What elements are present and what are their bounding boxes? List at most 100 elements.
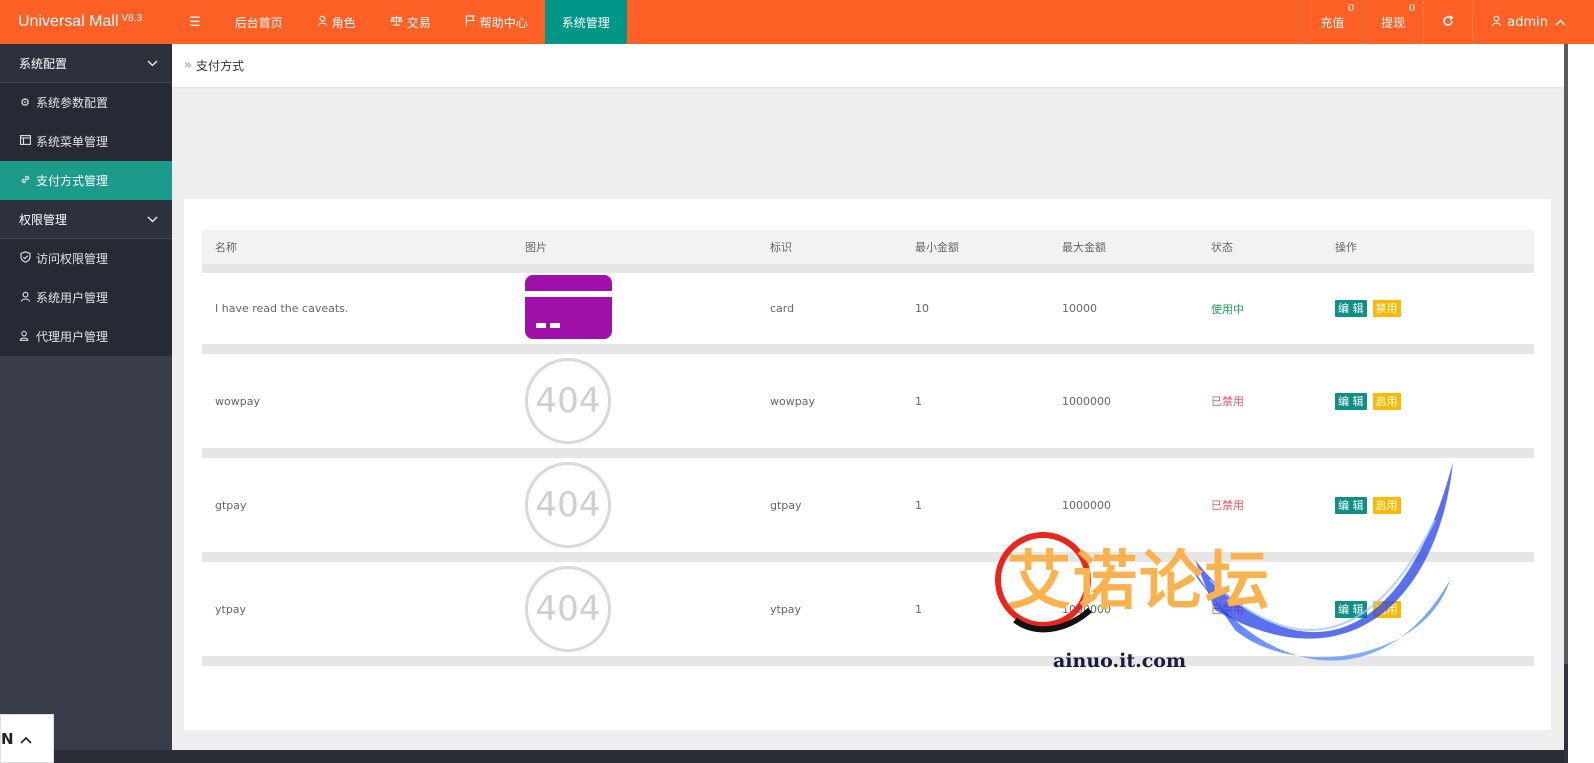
sidebar-group-label: 系统配置 [19, 56, 68, 71]
row-max-amount: 1000000 [1062, 394, 1111, 408]
sidebar-group-system-config[interactable]: 系统配置 [0, 44, 172, 83]
row-name: wowpay [215, 394, 260, 408]
row-min-amount: 10 [915, 302, 929, 315]
watermark: 艾诺论坛 ainuo.it.com [995, 460, 1465, 710]
chevron-down-icon [147, 213, 158, 226]
broken-image-placeholder: 404 [525, 358, 611, 444]
column-header-status: 状态 [1211, 241, 1233, 254]
scrollbar-gutter [1568, 44, 1594, 763]
row-name: gtpay [215, 498, 247, 512]
nav-item-roles[interactable]: 角色 [300, 0, 373, 44]
bottom-strip [54, 750, 1564, 763]
row-code: card [770, 302, 795, 315]
table-row: wowpay 404 wowpay 1 1000000 已禁用 编 辑启用 [202, 354, 1534, 458]
shield-icon [19, 251, 31, 266]
sidebar-item-label: 系统菜单管理 [36, 135, 109, 149]
language-label: N [1, 729, 14, 748]
sidebar-item-system-menu[interactable]: 系统菜单管理 [0, 122, 172, 161]
nav-item-system[interactable]: 系统管理 [544, 0, 627, 44]
nav-label: 系统管理 [561, 15, 610, 30]
row-min-amount: 1 [915, 394, 922, 408]
nav-item-home[interactable]: 后台首页 [218, 0, 300, 44]
watermark-url: ainuo.it.com [1053, 650, 1187, 672]
sidebar-item-agent-users[interactable]: 代理用户管理 [0, 317, 172, 356]
status-badge: 已禁用 [1211, 395, 1244, 408]
withdraw-badge: 0 [1408, 3, 1416, 14]
column-header-actions: 操作 [1335, 241, 1357, 254]
nav-label: 帮助中心 [479, 15, 528, 30]
row-actions: 编 辑启用 [1322, 392, 1534, 410]
edit-button[interactable]: 编 辑 [1335, 300, 1367, 317]
sidebar-item-label: 支付方式管理 [36, 174, 109, 188]
user-menu[interactable]: admin [1472, 0, 1594, 44]
recharge-label: 充值 [1320, 15, 1345, 30]
sidebar-item-label: 系统用户管理 [36, 291, 109, 305]
app-logo[interactable]: Universal Mall V8.3 [0, 0, 172, 44]
refresh-button[interactable] [1423, 0, 1472, 44]
table-row: I have read the caveats. card 10 10000 使… [202, 273, 1534, 354]
link-icon [19, 174, 31, 188]
nav-item-trade[interactable]: 交易 [373, 0, 448, 44]
hamburger-icon: ☰ [189, 14, 201, 30]
user-icon [1491, 15, 1502, 29]
row-code: wowpay [770, 394, 815, 408]
chevron-down-icon [147, 57, 158, 70]
row-name: ytpay [215, 602, 247, 616]
column-header-min-amount: 最小金额 [915, 241, 959, 254]
withdraw-label: 提现 [1381, 15, 1406, 30]
broken-image-placeholder: 404 [525, 566, 611, 652]
status-badge: 使用中 [1211, 302, 1244, 316]
row-name: I have read the caveats. [215, 302, 349, 315]
user-name: admin [1507, 14, 1548, 30]
chevron-up-icon [1555, 15, 1566, 29]
column-header-code: 标识 [770, 241, 792, 254]
credit-card-icon [525, 275, 612, 339]
withdraw-button[interactable]: 提现 0 [1362, 0, 1423, 44]
user-icon [317, 15, 328, 29]
recharge-badge: 0 [1347, 3, 1355, 14]
double-chevron-right-icon: » [184, 58, 192, 73]
column-header-max-amount: 最大金额 [1062, 241, 1106, 254]
sidebar-item-payment-methods[interactable]: 支付方式管理 [0, 161, 172, 200]
language-widget[interactable]: N [0, 714, 54, 763]
row-image [512, 275, 757, 342]
row-code: ytpay [770, 602, 802, 616]
watermark-title: 艾诺论坛 [1007, 545, 1271, 619]
row-image: 404 [512, 358, 757, 444]
nav-label: 角色 [331, 15, 356, 30]
nav-item-help[interactable]: 帮助中心 [448, 0, 545, 44]
user-group-icon [19, 330, 31, 344]
enable-button[interactable]: 启用 [1372, 392, 1401, 410]
flag-icon [465, 15, 476, 29]
gear-icon: ⚙ [20, 96, 30, 109]
refresh-icon [1442, 14, 1454, 30]
sidebar-item-access-permissions[interactable]: 访问权限管理 [0, 239, 172, 278]
column-header-image: 图片 [525, 241, 547, 254]
sidebar: 系统配置 ⚙ 系统参数配置 系统菜单管理 支付方式管理 权限管理 访问权限管理 [0, 44, 172, 763]
user-icon [19, 291, 31, 305]
top-nav: ☰ 后台首页 角色 交易 帮助中心 系统管理 [172, 0, 627, 44]
menu-toggle-button[interactable]: ☰ [172, 0, 218, 44]
sidebar-group-label: 权限管理 [19, 212, 68, 227]
chevron-up-icon [19, 730, 32, 748]
nav-label: 后台首页 [234, 15, 283, 30]
broken-image-placeholder: 404 [525, 462, 611, 548]
sidebar-item-system-params[interactable]: ⚙ 系统参数配置 [0, 83, 172, 122]
nav-label: 交易 [406, 15, 431, 30]
row-actions: 编 辑禁用 [1322, 300, 1534, 317]
sidebar-item-system-users[interactable]: 系统用户管理 [0, 278, 172, 317]
scale-icon [389, 15, 403, 29]
row-image: 404 [512, 566, 757, 652]
sidebar-group-permissions[interactable]: 权限管理 [0, 200, 172, 239]
app-name: Universal Mall [18, 13, 119, 30]
disable-button[interactable]: 禁用 [1372, 300, 1401, 317]
top-bar: Universal Mall V8.3 ☰ 后台首页 角色 交易 帮助中心 系统… [0, 0, 1594, 44]
table-header: 名称 图片 标识 最小金额 最大金额 状态 操作 [202, 230, 1534, 273]
sidebar-item-label: 代理用户管理 [36, 330, 109, 344]
recharge-button[interactable]: 充值 0 [1301, 0, 1362, 44]
app-version: V8.3 [121, 12, 143, 24]
breadcrumb-current[interactable]: 支付方式 [196, 57, 244, 74]
row-image: 404 [512, 462, 757, 548]
breadcrumb: » 支付方式 [172, 44, 1564, 87]
edit-button[interactable]: 编 辑 [1335, 392, 1367, 410]
